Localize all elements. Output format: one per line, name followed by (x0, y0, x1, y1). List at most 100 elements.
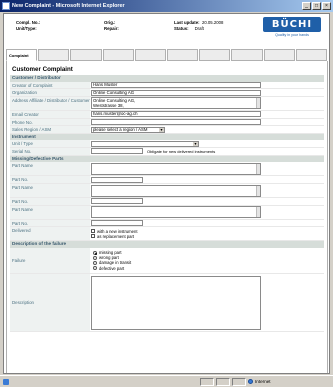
part-name-row-3: Part Name (10, 205, 324, 220)
status-pane (200, 378, 214, 386)
complaint-header: Compl. No.: Unit/Type: Orig.: Repair: La… (4, 14, 329, 44)
logo-tagline: Quality in your hands (275, 33, 309, 37)
window-title: New Complaint - Microsoft Internet Explo… (12, 3, 125, 9)
part-no-label: Part No. (10, 219, 90, 227)
row-creator: Creator of Complaint Hans Muster (10, 81, 324, 90)
email-input[interactable]: hans.muster@oc-ag.ch (91, 111, 261, 118)
tab-6[interactable] (167, 49, 199, 61)
phone-input[interactable] (91, 118, 261, 125)
header-col-1: Compl. No.: Unit/Type: (16, 20, 40, 31)
checkbox[interactable] (91, 234, 95, 239)
delivered-option-replacement[interactable]: as replacement part (91, 234, 134, 239)
close-button[interactable]: × (322, 2, 331, 10)
unit-type-label: Unit/Type: (16, 25, 37, 31)
part-name-textarea-2[interactable] (91, 184, 261, 197)
row-description: Description (10, 273, 324, 332)
radio-button[interactable] (93, 250, 97, 255)
row-unit-type: Unit / Type ▼ (10, 140, 324, 149)
failure-option-defective[interactable]: defective part (93, 266, 124, 271)
region-select[interactable]: please select a region / ASM ▼ (91, 126, 165, 133)
email-label: Email Creator (10, 110, 90, 118)
radio-button[interactable] (93, 255, 97, 260)
scrollbar[interactable] (256, 163, 260, 174)
part-no-label: Part No. (10, 198, 90, 205)
scrollbar[interactable] (256, 207, 260, 218)
tab-8[interactable] (231, 49, 263, 61)
scrollbar[interactable] (256, 185, 260, 196)
tab-10[interactable] (295, 49, 328, 61)
compl-no-label: Compl. No.: (16, 20, 41, 25)
unit-type-select[interactable]: ▼ (91, 140, 199, 147)
tab-bar: Complaint (6, 49, 328, 61)
region-value: please select a region / ASM (93, 126, 148, 132)
creator-input[interactable]: Hans Muster (91, 81, 261, 88)
chevron-down-icon: ▼ (193, 141, 198, 147)
checkbox[interactable] (91, 229, 95, 234)
status-pane (232, 378, 246, 386)
tab-5[interactable] (134, 49, 167, 61)
zone-label: Internet (255, 379, 271, 384)
header-col-2: Orig.: Repair: (104, 20, 119, 31)
radio-button[interactable] (93, 260, 97, 265)
row-address: Address Affiliate / Distributor / Custom… (10, 96, 324, 111)
serial-note: Obligate for new delivered instruments (147, 148, 216, 154)
serial-label: Serial No. (10, 148, 90, 155)
delivered-label: Delivered (10, 227, 90, 241)
last-update-label: Last update: (174, 20, 200, 25)
status-pane (216, 378, 230, 386)
failure-label: Failure (10, 247, 90, 273)
part-no-label: Part No. (10, 176, 90, 183)
tab-3[interactable] (70, 49, 102, 61)
organization-label: Organization (10, 89, 90, 96)
form-title: Customer Complaint (12, 66, 73, 73)
last-update-value: 20.05.2008 (201, 20, 224, 25)
part-name-label: Part Name (10, 205, 90, 219)
maximize-button[interactable]: □ (312, 2, 321, 10)
tab-4[interactable] (102, 49, 134, 61)
status-bar: Internet (0, 375, 333, 387)
part-no-input-3[interactable] (91, 220, 143, 227)
failure-option-label: defective part (99, 265, 125, 271)
address-textarea[interactable]: Online Consulting AG, Weststrasse 38, (91, 97, 261, 110)
part-no-input-2[interactable] (91, 198, 143, 205)
tab-7[interactable] (199, 49, 231, 61)
tab-9[interactable] (263, 49, 295, 61)
description-label: Description (10, 273, 90, 331)
globe-icon (248, 379, 253, 384)
page-icon (3, 378, 9, 385)
serial-input[interactable] (91, 148, 143, 155)
part-name-textarea-3[interactable] (91, 206, 261, 219)
orig-label: Orig.: (104, 20, 116, 25)
part-no-input-1[interactable] (91, 176, 143, 183)
row-serial: Serial No. Obligate for new delivered in… (10, 148, 324, 156)
part-name-label: Part Name (10, 162, 90, 176)
organization-input[interactable]: Online Consulting AG (91, 89, 261, 96)
radio-button[interactable] (93, 266, 97, 271)
tab-complaint[interactable]: Complaint (6, 49, 38, 61)
status-label: Status: (174, 25, 189, 31)
address-scrollbar[interactable] (256, 98, 260, 109)
address-label: Address Affiliate / Distributor / Custom… (10, 96, 90, 110)
tab-2[interactable] (38, 49, 70, 61)
row-email: Email Creator hans.muster@oc-ag.ch (10, 110, 324, 119)
delivered-option-replacement-label: as replacement part (97, 233, 135, 239)
security-zone: Internet (248, 379, 271, 384)
row-failure: Failure missing part wrong part damage i… (10, 247, 324, 274)
row-delivered: Delivered with a new instrument as repla… (10, 227, 324, 242)
status-value: Draft (194, 25, 204, 31)
part-name-label: Part Name (10, 184, 90, 197)
header-col-3: Last update: 20.05.2008 Status: Draft (174, 20, 223, 31)
minimize-button[interactable]: _ (302, 2, 311, 10)
row-phone: Phone No. (10, 118, 324, 127)
complaint-form: Customer Complaint Customer / Distributo… (6, 61, 328, 373)
description-textarea[interactable] (91, 275, 261, 330)
row-organization: Organization Online Consulting AG (10, 89, 324, 97)
repair-label: Repair: (104, 25, 119, 31)
part-no-row-1: Part No. (10, 176, 324, 184)
region-label: Sales Region / ASM (10, 126, 90, 133)
buchi-logo: BÜCHI Quality in your hands (263, 17, 321, 41)
chevron-down-icon: ▼ (159, 127, 164, 133)
window-titlebar: New Complaint - Microsoft Internet Explo… (0, 0, 333, 12)
part-name-textarea-1[interactable] (91, 162, 261, 175)
creator-label: Creator of Complaint (10, 81, 90, 89)
